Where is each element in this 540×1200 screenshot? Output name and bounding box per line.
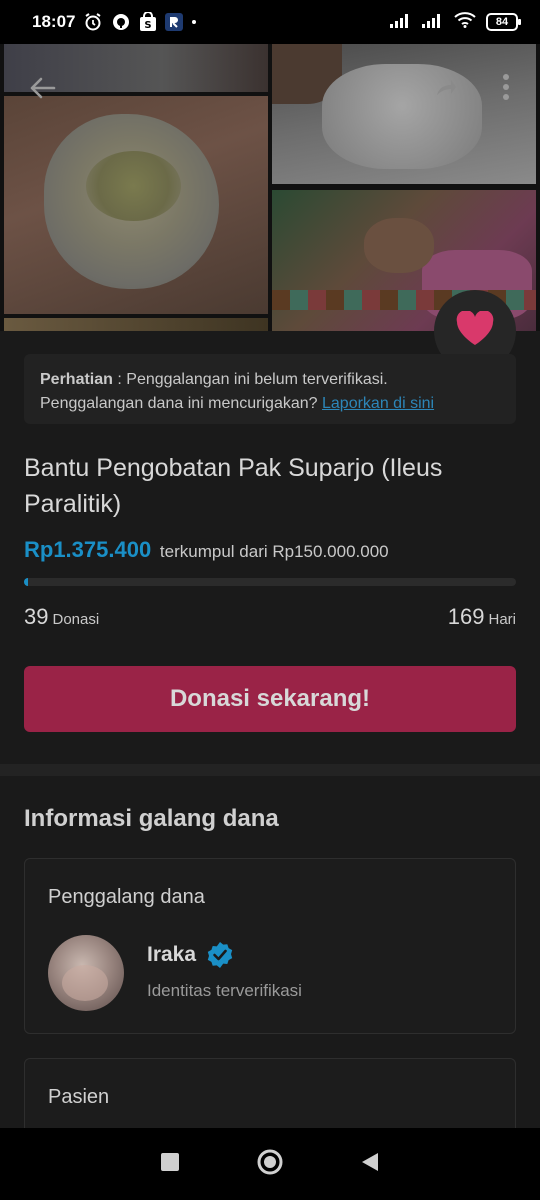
info-section-title: Informasi galang dana (24, 805, 279, 832)
notice-text-1: Penggalangan ini belum terverifikasi. (126, 371, 388, 388)
share-icon[interactable] (430, 72, 460, 102)
progress-bar (24, 578, 516, 586)
wifi-icon (454, 11, 476, 33)
notice-separator: : (112, 371, 127, 388)
home-button[interactable] (245, 1139, 295, 1189)
status-time: 18:07 (32, 12, 76, 31)
app-notification-icon (165, 13, 184, 31)
days-stat: 169 Hari (448, 604, 516, 630)
organizer-name: Iraka (147, 943, 197, 966)
collected-suffix: terkumpul dari Rp150.000.000 (155, 542, 389, 561)
organizer-label: Penggalang dana (48, 886, 205, 908)
collected-amount: Rp1.375.400 (24, 537, 152, 562)
more-vertical-icon[interactable] (494, 70, 518, 104)
section-divider (0, 764, 540, 776)
alarm-icon (83, 12, 103, 32)
battery-indicator: 84 (486, 13, 521, 31)
recent-apps-button[interactable] (145, 1139, 195, 1189)
photo-bottom-left (4, 318, 268, 331)
notice-label: Perhatian (40, 371, 113, 388)
home-circle-icon (256, 1148, 284, 1181)
progress-fill (24, 578, 29, 586)
square-icon (161, 1152, 179, 1176)
donations-count: 39 (24, 604, 49, 629)
days-label: Hari (488, 611, 516, 628)
organizer-card[interactable]: Penggalang dana Iraka Identitas terverif… (24, 858, 516, 1034)
donations-stat: 39 Donasi (24, 604, 99, 630)
verified-badge-icon (206, 941, 234, 969)
back-button[interactable] (345, 1139, 395, 1189)
system-nav-bar (0, 1128, 540, 1200)
signal-icon (390, 12, 412, 33)
campaign-photo-collage[interactable] (0, 44, 540, 331)
shopping-bag-icon: S (139, 12, 157, 32)
triangle-back-icon (360, 1152, 380, 1177)
heart-icon (455, 309, 495, 352)
notice-text-2: Penggalangan dana ini mencurigakan? (40, 395, 322, 412)
verification-notice: Perhatian : Penggalangan ini belum terve… (24, 354, 516, 424)
dot-icon (191, 19, 197, 25)
donate-now-button[interactable]: Donasi sekarang! (24, 666, 516, 732)
patient-label: Pasien (48, 1086, 110, 1108)
sync-icon (111, 12, 131, 32)
arrow-left-icon[interactable] (26, 72, 58, 104)
status-bar: 18:07 S 84 (0, 0, 540, 44)
donations-label: Donasi (52, 611, 100, 628)
avatar (48, 935, 124, 1011)
photo-patient-arm (272, 44, 536, 184)
signal-icon-2 (422, 12, 444, 33)
report-link[interactable]: Laporkan di sini (322, 395, 434, 412)
organizer-status: Identitas terverifikasi (147, 981, 302, 1000)
svg-text:S: S (145, 20, 152, 31)
patient-card[interactable]: Pasien (24, 1058, 516, 1138)
days-count: 169 (447, 604, 485, 629)
amount-row: Rp1.375.400 terkumpul dari Rp150.000.000 (24, 537, 389, 563)
photo-wound-bag (4, 96, 268, 314)
organizer-name-row: Iraka (147, 941, 234, 969)
campaign-title: Bantu Pengobatan Pak Suparjo (Ileus Para… (24, 454, 443, 518)
